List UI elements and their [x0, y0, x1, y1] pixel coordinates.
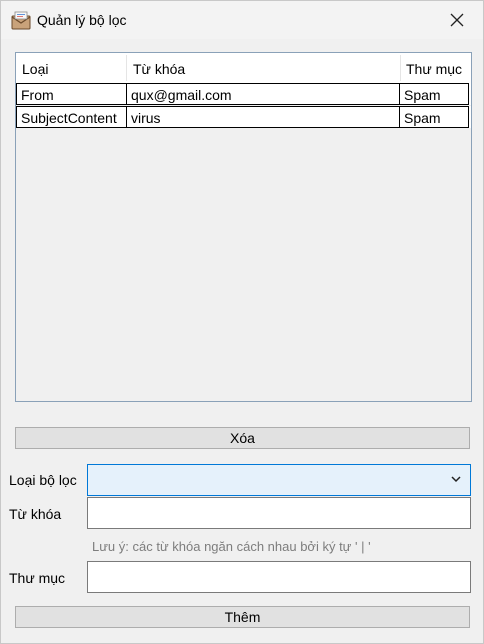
delete-button[interactable]: Xóa	[15, 427, 470, 449]
window-title: Quản lý bộ lọc	[37, 12, 127, 28]
table-row[interactable]: SubjectContent virus Spam	[16, 106, 471, 128]
column-header-folder[interactable]: Thư mục	[400, 53, 471, 83]
cell-keyword: virus	[126, 106, 400, 128]
filter-type-select[interactable]	[87, 464, 471, 496]
cell-type: SubjectContent	[16, 106, 127, 128]
cell-folder: Spam	[399, 106, 469, 128]
cell-type: From	[16, 83, 127, 105]
filter-manager-window: Quản lý bộ lọc Loại Từ khóa Thư mục From…	[0, 0, 484, 644]
table-header: Loại Từ khóa Thư mục	[16, 53, 471, 84]
keyword-input[interactable]	[87, 497, 471, 529]
filter-table[interactable]: Loại Từ khóa Thư mục From qux@gmail.com …	[15, 52, 472, 402]
folder-label: Thư mục	[9, 570, 66, 586]
cell-folder: Spam	[399, 83, 469, 105]
chevron-down-icon	[451, 476, 461, 483]
keyword-separator-note: Lưu ý: các từ khóa ngăn cách nhau bởi ký…	[92, 539, 371, 554]
filter-type-label: Loại bộ lọc	[9, 472, 77, 488]
column-header-keyword[interactable]: Từ khóa	[127, 53, 400, 83]
column-header-type[interactable]: Loại	[16, 53, 127, 83]
cell-keyword: qux@gmail.com	[126, 83, 400, 105]
folder-input[interactable]	[87, 561, 471, 593]
keyword-label: Từ khóa	[9, 506, 62, 522]
mail-app-icon	[11, 11, 31, 30]
add-button[interactable]: Thêm	[15, 606, 470, 628]
close-button[interactable]	[439, 5, 475, 35]
title-bar: Quản lý bộ lọc	[1, 1, 483, 39]
table-row[interactable]: From qux@gmail.com Spam	[16, 83, 471, 105]
close-icon	[450, 13, 464, 27]
